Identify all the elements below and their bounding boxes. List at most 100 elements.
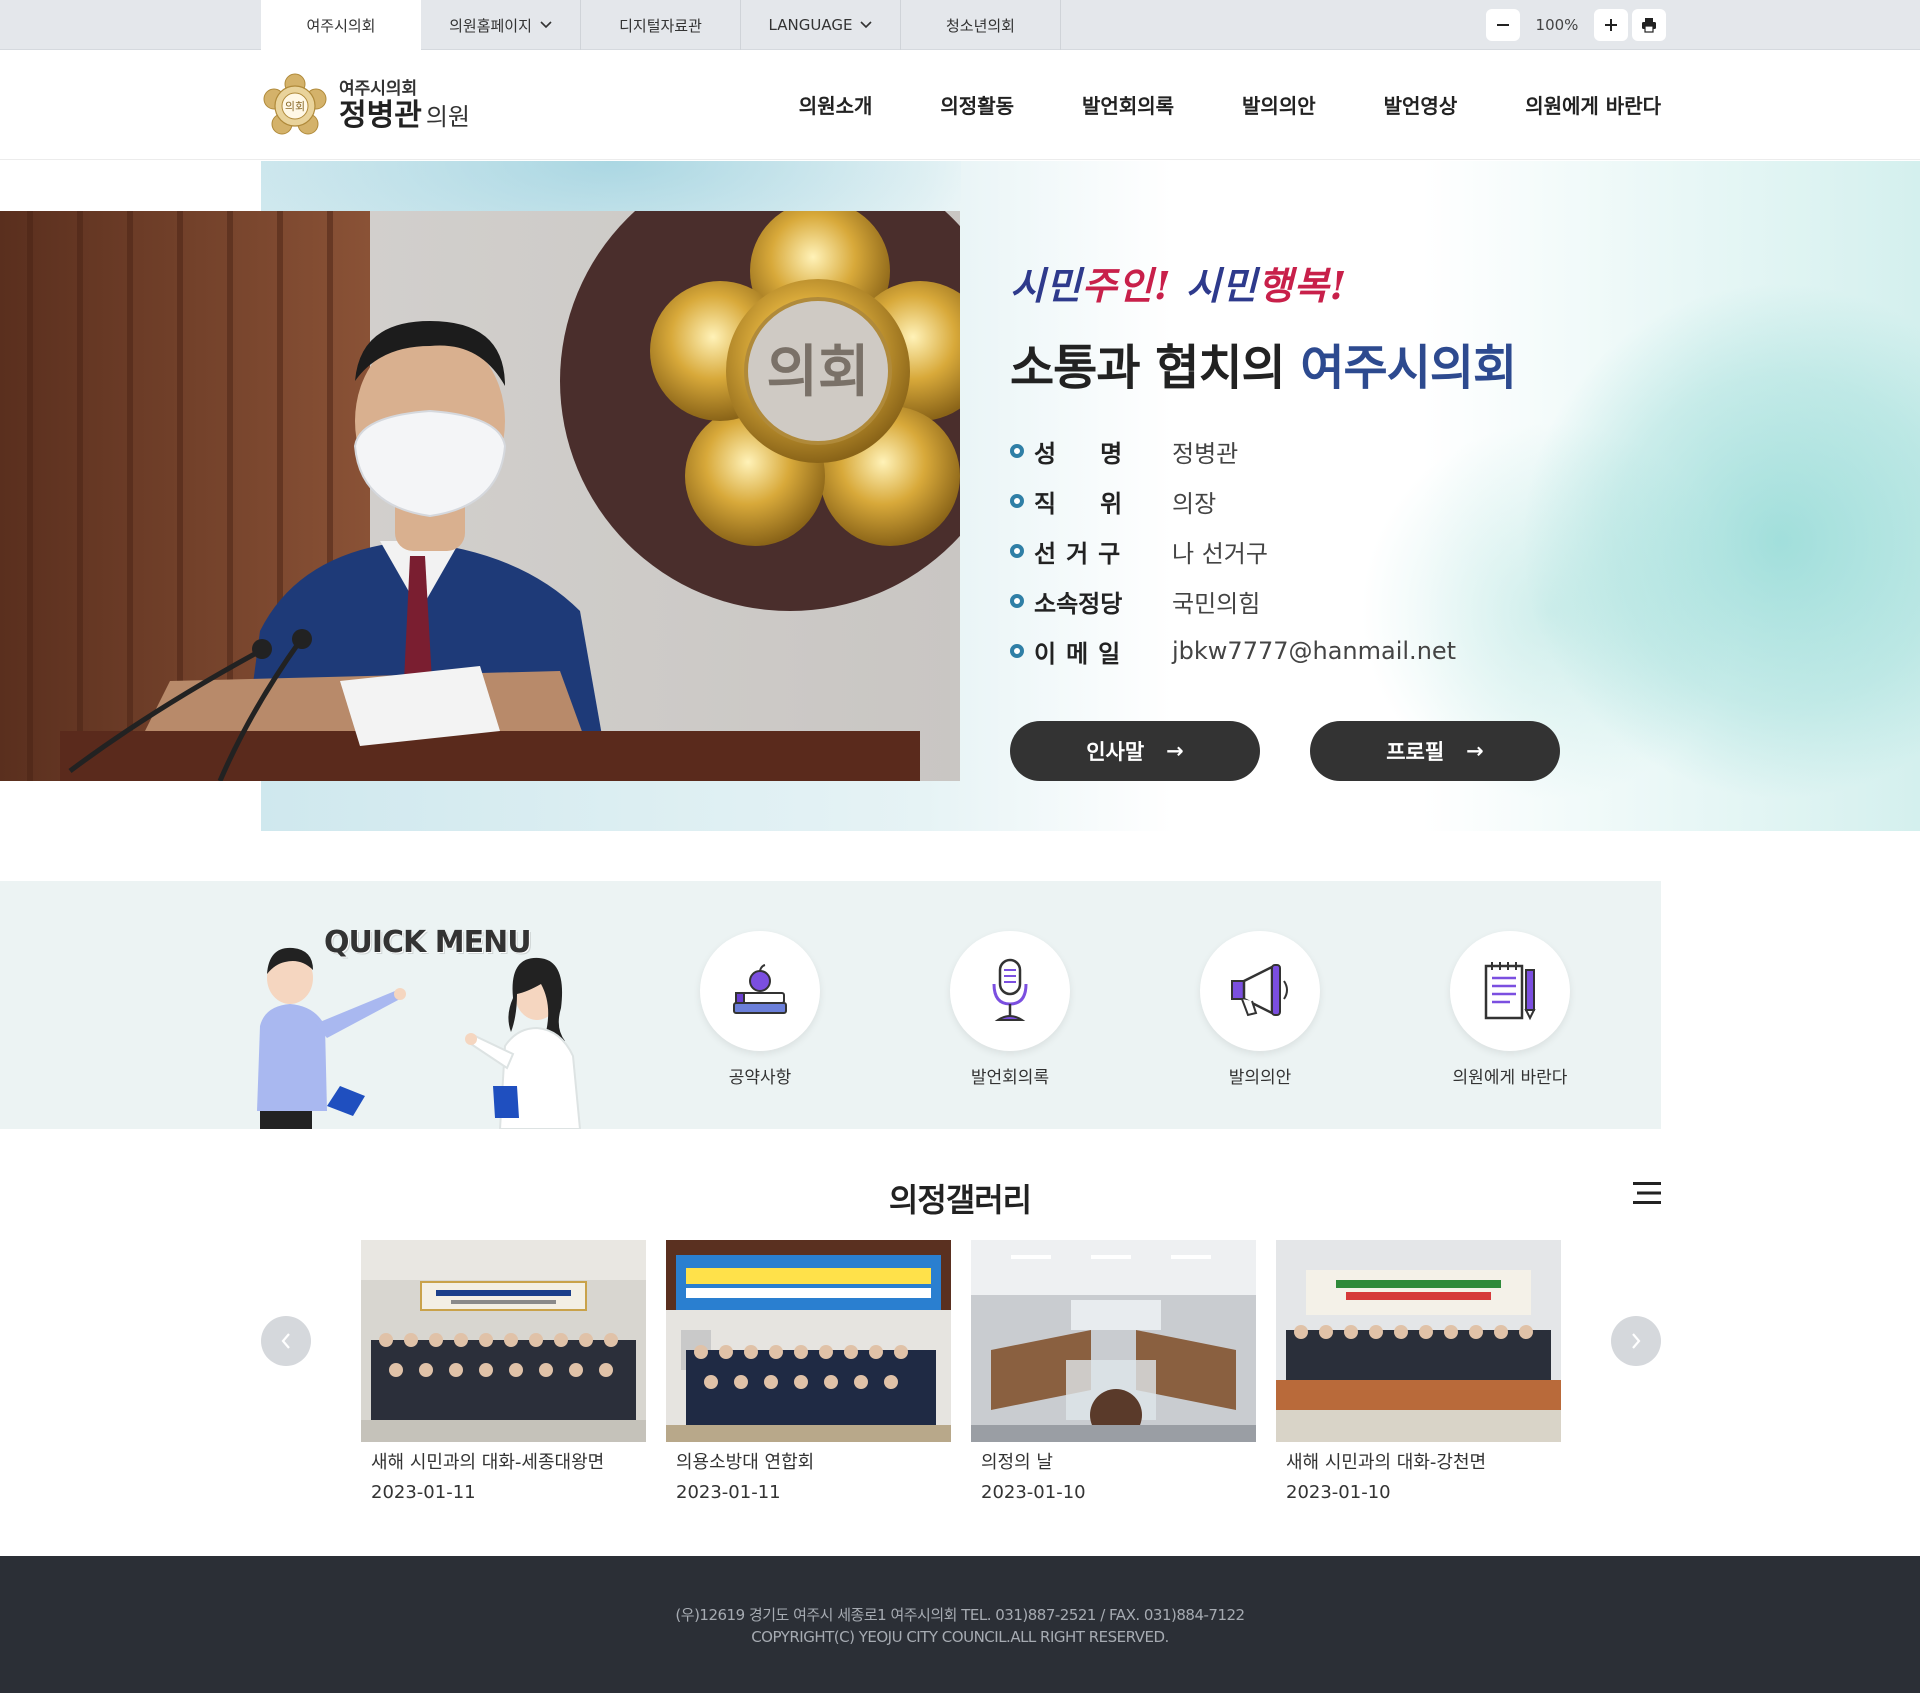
util-tab-language[interactable]: LANGUAGE — [741, 0, 901, 50]
gallery-list: 새해 시민과의 대화-세종대왕면 2023-01-11 의용소방대 연합회 20… — [361, 1240, 1561, 1508]
hero-buttons: 인사말 → 프로필 → — [1010, 721, 1560, 781]
zoom-out-icon — [1497, 24, 1509, 26]
bullet-icon — [1010, 494, 1024, 508]
footer-address: (우)12619 경기도 여주시 세종로1 여주시의회 TEL. 031)887… — [675, 1606, 1245, 1624]
util-tab-label: LANGUAGE — [768, 16, 853, 34]
util-tab-label: 청소년의회 — [945, 16, 1015, 35]
nav-item-requests[interactable]: 의원에게 바란다 — [1525, 90, 1661, 119]
info-row-district: 선거구 나 선거구 — [1010, 526, 1710, 576]
gallery-photo — [971, 1240, 1256, 1442]
site-footer: (우)12619 경기도 여주시 세종로1 여주시의회 TEL. 031)887… — [0, 1556, 1920, 1693]
hero-slogan: 시민주인! 시민행복! — [1010, 255, 1356, 312]
gallery-date: 2023-01-11 — [371, 1482, 476, 1503]
nav-item-proposed-bills[interactable]: 발의의안 — [1242, 90, 1316, 119]
slogan-part: 시민 — [1010, 263, 1082, 308]
footer-copyright: COPYRIGHT(C) YEOJU CITY COUNCIL.ALL RIGH… — [751, 1628, 1169, 1646]
gallery-card[interactable]: 의정의 날 2023-01-10 — [971, 1240, 1256, 1508]
gallery-next-button[interactable] — [1611, 1316, 1661, 1366]
bullet-icon — [1010, 544, 1024, 558]
print-icon — [1642, 18, 1656, 33]
print-button[interactable] — [1632, 9, 1666, 41]
email-link[interactable]: jbkw7777@hanmail.net — [1172, 637, 1456, 665]
info-row-position: 직위 의장 — [1010, 476, 1710, 526]
chevron-down-icon — [860, 21, 873, 29]
profile-button-label: 프로필 — [1386, 740, 1445, 764]
info-label: 이메일 — [1034, 639, 1131, 668]
utility-tabs: 여주시의회 의원홈페이지 디지털자료관 LANGUAGE 청소년의회 — [261, 0, 1061, 50]
gallery-photo — [1276, 1240, 1561, 1442]
member-name: 정병관 — [339, 97, 422, 133]
gallery-date: 2023-01-10 — [981, 1482, 1086, 1503]
member-photo: 의회 — [0, 211, 960, 781]
quick-menu-section: QUICK MENU 공약사항 발언회의록 발의의안 의원에게 바란다 — [0, 881, 1661, 1129]
gallery-photo — [361, 1240, 646, 1442]
greeting-button-label: 인사말 — [1086, 740, 1145, 764]
info-label: 직위 — [1034, 489, 1167, 518]
nav-item-intro[interactable]: 의원소개 — [799, 90, 873, 119]
info-value: 국민의힘 — [1172, 589, 1261, 618]
util-tab-youth-council[interactable]: 청소년의회 — [901, 0, 1061, 50]
nav-item-activities[interactable]: 의정활동 — [940, 90, 1014, 119]
gallery-thumbnail — [361, 1240, 646, 1442]
bullet-icon — [1010, 444, 1024, 458]
chevron-down-icon — [540, 21, 552, 29]
nav-item-speech-minutes[interactable]: 발언회의록 — [1082, 90, 1174, 119]
gallery-date: 2023-01-11 — [676, 1482, 781, 1503]
council-emblem-icon: 의회 — [263, 73, 327, 135]
member-title-suffix: 의원 — [425, 102, 470, 131]
hero-photo: 의회 — [0, 211, 960, 781]
emblem-text: 의회 — [285, 100, 305, 113]
hero-title-accent: 여주시의회 — [1300, 340, 1517, 396]
util-tab-label: 디지털자료관 — [619, 16, 702, 35]
info-value: 의장 — [1172, 489, 1217, 518]
quick-item-circle — [1200, 931, 1320, 1051]
logo-member-name: 정병관 의원 — [339, 97, 470, 134]
megaphone-icon — [1231, 964, 1288, 1017]
gallery-thumbnail — [971, 1240, 1256, 1442]
util-tab-council[interactable]: 여주시의회 — [261, 0, 421, 50]
arrow-right-icon: → — [1466, 739, 1484, 763]
nav-item-speech-videos[interactable]: 발언영상 — [1384, 90, 1458, 119]
quick-item-circle — [1450, 931, 1570, 1051]
bullet-icon — [1010, 594, 1024, 608]
info-label: 소속정당 — [1034, 589, 1123, 618]
quick-item-pledges[interactable]: 공약사항 — [700, 931, 820, 1088]
gallery-card[interactable]: 의용소방대 연합회 2023-01-11 — [666, 1240, 951, 1508]
quick-item-circle — [950, 931, 1070, 1051]
quick-item-proposed-bills[interactable]: 발의의안 — [1200, 931, 1320, 1088]
info-row-party: 소속정당 국민의힘 — [1010, 576, 1710, 626]
greeting-button[interactable]: 인사말 → — [1010, 721, 1260, 781]
quick-item-requests[interactable]: 의원에게 바란다 — [1450, 931, 1570, 1088]
util-tab-digital-archive[interactable]: 디지털자료관 — [581, 0, 741, 50]
zoom-in-icon — [1605, 19, 1617, 31]
member-info-panel: 시민주인! 시민행복! 소통과 협치의 여주시의회 성명 정병관 직위 의장 선… — [1010, 255, 1710, 676]
arrow-right-icon: → — [1166, 739, 1184, 763]
slogan-part: 행복! — [1257, 263, 1348, 308]
util-tab-label: 의원홈페이지 — [449, 16, 532, 35]
quick-item-label: 발의의안 — [1228, 1068, 1292, 1088]
zoom-controls: 100% — [1486, 9, 1666, 41]
profile-button[interactable]: 프로필 → — [1310, 721, 1560, 781]
microphone-icon — [992, 958, 1028, 1021]
hero-title-prefix: 소통과 협치의 — [1010, 340, 1301, 396]
gallery-prev-button[interactable] — [261, 1316, 311, 1366]
util-tab-member-homepage[interactable]: 의원홈페이지 — [421, 0, 581, 50]
quick-item-circle — [700, 931, 820, 1051]
zoom-out-button[interactable] — [1486, 9, 1520, 41]
chevron-left-icon — [281, 1333, 290, 1349]
site-logo[interactable]: 의회 여주시의회 정병관 의원 — [261, 72, 470, 140]
gallery-card[interactable]: 새해 시민과의 대화-세종대왕면 2023-01-11 — [361, 1240, 646, 1508]
gallery-photo — [666, 1240, 951, 1442]
quick-item-speech-minutes[interactable]: 발언회의록 — [950, 931, 1070, 1088]
site-header: 의회 여주시의회 정병관 의원 의원소개 의정활동 발언회의록 발의의안 발언영상… — [0, 50, 1920, 160]
gallery-title: 의정갤러리 — [888, 1181, 1032, 1219]
logo-council-name: 여주시의회 — [339, 78, 418, 99]
hamburger-menu-icon[interactable] — [1633, 1181, 1661, 1205]
gallery-card[interactable]: 새해 시민과의 대화-강천면 2023-01-10 — [1276, 1240, 1561, 1508]
slogan-part: 주인! — [1081, 263, 1172, 308]
zoom-in-button[interactable] — [1594, 9, 1628, 41]
quick-menu-illustration — [257, 947, 582, 1129]
quick-menu-title: QUICK MENU — [324, 925, 532, 960]
quick-item-label: 발언회의록 — [970, 1068, 1050, 1088]
notepad-pen-icon — [1484, 962, 1536, 1021]
